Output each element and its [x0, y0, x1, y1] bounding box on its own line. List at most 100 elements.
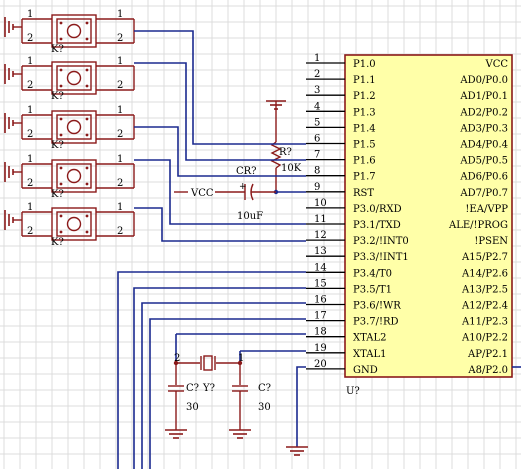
load-cap-1-designator: C? [186, 383, 199, 394]
resistor-value: 10K [281, 163, 302, 174]
crystal-pin1: 1 [238, 353, 244, 364]
resistor-designator: R? [279, 147, 292, 158]
mcu-pin-name-right: AD2/P0.2 [459, 107, 508, 118]
switch-designator: K? [51, 189, 64, 200]
mcu-pin-number: 11 [314, 214, 327, 225]
switch-button-icon [66, 70, 82, 86]
push-button-switch: 1 2 1 2 K? [4, 56, 135, 102]
push-button-switch: 1 2 1 2 K? [4, 202, 135, 248]
mcu-pin-name: RST [353, 188, 374, 199]
mcu-pin-name: P1.7 [353, 172, 376, 183]
mcu-u: 1 P1.0 VCC 2 P1.1 AD0/P0.0 3 P1.2 AD1/P0.1 4 P1.3 A… [306, 53, 513, 397]
switch-pin-2-right: 2 [117, 226, 123, 237]
crystal-pin2: 2 [174, 353, 180, 364]
mcu-pin-name-right: ALE/!PROG [448, 220, 508, 231]
vcc-label: VCC [190, 188, 214, 199]
mcu-body [344, 54, 513, 378]
mcu-pin-number: 13 [314, 246, 327, 257]
mcu-pin-number: 20 [314, 359, 327, 370]
switch-pin-1-left: 1 [27, 202, 33, 213]
mcu-pin-number: 4 [314, 101, 320, 112]
switch-pin-2-left: 2 [27, 80, 33, 91]
svg-text:+: + [239, 182, 247, 192]
switch-pin-1-left: 1 [27, 154, 33, 165]
switch-pin-2-left: 2 [27, 129, 33, 140]
mcu-pin-name-right: A8/P2.0 [467, 365, 508, 376]
mcu-pin-number: 2 [314, 69, 320, 80]
mcu-pin-name-right: AD4/P0.4 [459, 140, 508, 151]
mcu-pin-name-right: AD6/P0.6 [459, 172, 508, 183]
mcu-pin-name: P1.2 [353, 91, 376, 102]
mcu-pin-name: P3.2/!INT0 [353, 236, 409, 247]
push-button-switches: 1 2 1 2 K? 1 2 1 2 K? 1 2 1 2 K? 1 2 1 2 K? 1 2 1 2 K? [4, 9, 135, 248]
switch-designator: K? [51, 44, 64, 55]
mcu-pin-name: P3.6/!WR [353, 301, 401, 312]
push-button-switch: 1 2 1 2 K? [4, 9, 135, 55]
mcu-pin-name: P3.3/!INT1 [353, 252, 409, 263]
mcu-pin-name-right: AD0/P0.0 [459, 75, 508, 86]
switch-pin-2-right: 2 [117, 178, 123, 189]
push-button-switch: 1 2 1 2 K? [4, 105, 135, 151]
mcu-pin-name: P3.1/TXD [353, 220, 401, 231]
mcu-pin-name-right: A12/P2.4 [461, 301, 508, 312]
load-cap-2-designator: C? [258, 383, 271, 394]
mcu-pin-name-right: !PSEN [474, 236, 508, 247]
switch-pin-1-right: 1 [117, 56, 123, 67]
switch-designator: K? [51, 237, 64, 248]
mcu-pin-number: 8 [314, 166, 320, 177]
ground-symbol-reset [266, 100, 286, 117]
mcu-pin-number: 14 [314, 262, 327, 273]
switch-pin-2-right: 2 [117, 129, 123, 140]
mcu-pin-number: 1 [314, 53, 320, 64]
schematic-canvas: 1 P1.0 VCC 2 P1.1 AD0/P0.0 3 P1.2 AD1/P0.1 4 P1.3 A… [0, 0, 521, 469]
mcu-pin-name: P1.4 [353, 123, 376, 134]
switch-designator: K? [51, 91, 64, 102]
mcu-pin-name-right: A10/P2.2 [461, 333, 508, 344]
mcu-pin-name: XTAL2 [353, 333, 386, 344]
mcu-pin-number: 3 [314, 85, 320, 96]
mcu-pin-number: 10 [314, 198, 327, 209]
mcu-pin-name: P1.3 [353, 107, 376, 118]
mcu-pin-number: 12 [314, 230, 327, 241]
switch-pin-2-right: 2 [117, 33, 123, 44]
mcu-pin-name-right: A15/P2.7 [461, 252, 508, 263]
mcu-pin-name-right: AD1/P0.1 [459, 91, 508, 102]
switch-button-icon [66, 216, 82, 232]
mcu-pin-name-right: !EA/VPP [465, 204, 508, 215]
mcu-pin-number: 16 [314, 295, 327, 306]
mcu-pin-number: 18 [314, 327, 327, 338]
load-cap-2-value: 30 [258, 402, 271, 413]
switch-pin-1-right: 1 [117, 9, 123, 20]
switch-pin-1-right: 1 [117, 105, 123, 116]
reset-cap-value: 10uF [237, 211, 263, 222]
mcu-pin-name-right: AP/P2.1 [467, 349, 508, 360]
mcu-pin-name: P3.0/RXD [353, 204, 402, 215]
switch-pin-1-left: 1 [27, 56, 33, 67]
mcu-pin-number: 9 [314, 182, 320, 193]
switch-button-icon [66, 119, 82, 135]
mcu-pin-name-right: A11/P2.3 [461, 317, 508, 328]
resistor-r: R? 10K [270, 117, 302, 195]
mcu-pin-name-right: VCC [484, 59, 508, 70]
mcu-pin-name: P1.1 [353, 75, 376, 86]
mcu-pin-name: P3.7/!RD [353, 317, 399, 328]
switch-pin-1-right: 1 [117, 202, 123, 213]
switch-designator: K? [51, 140, 64, 151]
load-cap-1-value: 30 [186, 402, 199, 413]
mcu-pin-name: P3.4/T0 [353, 268, 392, 279]
crystal-designator: Y? [202, 383, 215, 394]
mcu-designator: U? [346, 386, 360, 397]
mcu-pin-name: XTAL1 [353, 349, 386, 360]
mcu-pin-number: 7 [314, 150, 320, 161]
mcu-pin-name-right: AD3/P0.3 [459, 123, 508, 134]
mcu-pin-number: 15 [314, 278, 327, 289]
mcu-pin-number: 5 [314, 117, 320, 128]
mcu-pin-name-right: A14/P2.6 [461, 268, 508, 279]
mcu-pin-name-right: A13/P2.5 [461, 284, 508, 295]
switch-pin-2-left: 2 [27, 178, 33, 189]
switch-pin-2-right: 2 [117, 80, 123, 91]
mcu-pin-name: P3.5/T1 [353, 284, 392, 295]
switch-pin-2-left: 2 [27, 33, 33, 44]
mcu-pin-name: P1.6 [353, 156, 376, 167]
switch-pin-1-left: 1 [27, 105, 33, 116]
